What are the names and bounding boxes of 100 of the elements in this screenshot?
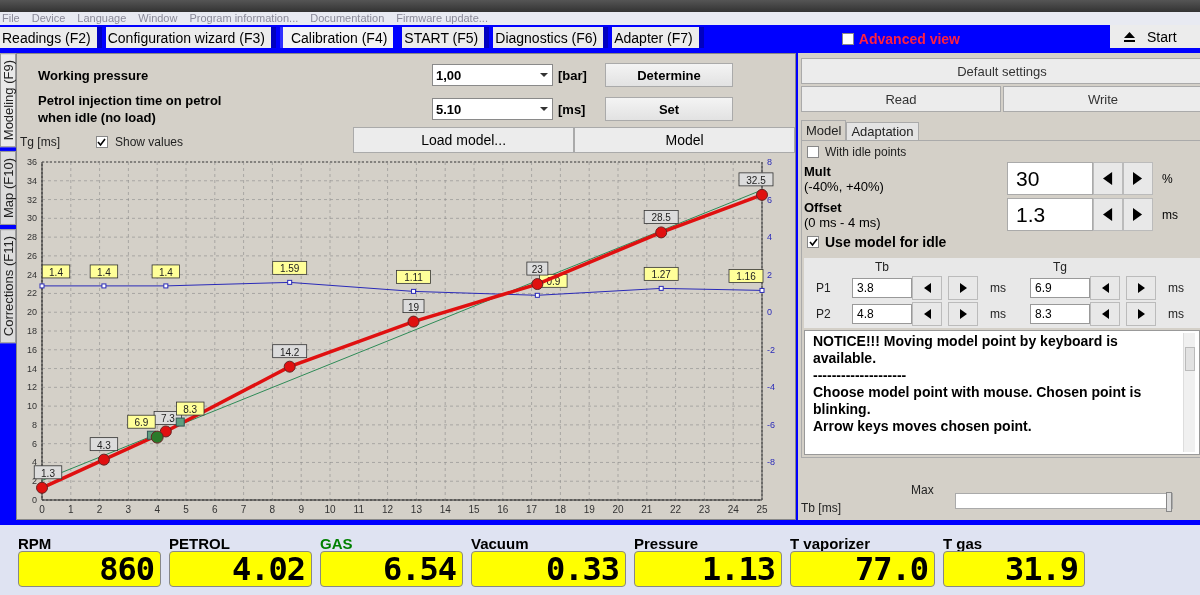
- tick-label: 18: [554, 504, 566, 515]
- unit-label: [ms]: [557, 101, 587, 117]
- action-button[interactable]: Set: [605, 97, 733, 121]
- increase-button[interactable]: [948, 276, 978, 300]
- side-tab[interactable]: Map (F10): [0, 151, 16, 226]
- data-label: 7.3: [160, 413, 176, 425]
- tick-label: 22: [670, 504, 682, 515]
- gauge-label: RPM: [18, 536, 53, 551]
- decrease-button[interactable]: [1090, 276, 1120, 300]
- increase-button[interactable]: [1123, 162, 1153, 195]
- model-point[interactable]: [407, 315, 420, 328]
- correction-point[interactable]: [411, 288, 416, 294]
- tab[interactable]: START (F5): [402, 27, 490, 48]
- panel-button[interactable]: Read: [801, 86, 1001, 112]
- tick-label: 14: [439, 504, 451, 515]
- value-label: 1.4: [41, 264, 71, 279]
- value-label: 1.4: [151, 264, 180, 279]
- value-label: 6.9: [127, 414, 156, 429]
- model-point[interactable]: [36, 481, 48, 494]
- gauge-label: T gas: [943, 536, 984, 551]
- increase-button[interactable]: [948, 302, 978, 326]
- slider-track[interactable]: [954, 493, 1173, 509]
- decrease-button[interactable]: [1093, 162, 1123, 195]
- correction-point[interactable]: [287, 279, 293, 285]
- model-point[interactable]: [97, 453, 110, 466]
- correction-point[interactable]: [163, 283, 169, 289]
- value-label: 14.2: [272, 344, 308, 359]
- model-point[interactable]: [283, 360, 296, 373]
- tab[interactable]: Model: [801, 120, 847, 140]
- slider-thumb[interactable]: [1165, 492, 1172, 512]
- checkbox-label: Use model for idle: [825, 234, 947, 250]
- tick-label: 2: [767, 269, 772, 280]
- data-label: 1.59: [279, 263, 300, 275]
- value-field[interactable]: 1.3: [1007, 198, 1093, 231]
- model-point[interactable]: [756, 188, 768, 201]
- panel-button[interactable]: Write: [1003, 86, 1200, 112]
- checkbox[interactable]: [95, 136, 108, 149]
- gauge-value: 6.54: [320, 551, 463, 587]
- model-point[interactable]: [159, 425, 172, 438]
- decrease-button[interactable]: [1090, 302, 1120, 326]
- gauge-value: 77.0: [790, 551, 935, 587]
- left-arrow-icon: [1101, 309, 1109, 319]
- unit-label: ms: [989, 281, 1007, 295]
- value-field[interactable]: 6.9: [1030, 278, 1090, 298]
- model-point[interactable]: [531, 278, 544, 291]
- value-field[interactable]: 8.3: [1030, 304, 1090, 324]
- tick-label: 9: [298, 504, 304, 515]
- dropdown-caret-icon: [540, 107, 548, 111]
- decrease-button[interactable]: [912, 302, 942, 326]
- model-handle[interactable]: [175, 417, 185, 427]
- side-tab[interactable]: Modeling (F9): [0, 53, 16, 148]
- column-header: Tb: [874, 260, 890, 274]
- correction-point[interactable]: [101, 283, 107, 289]
- correction-point[interactable]: [759, 287, 765, 293]
- dropdown-caret-icon: [540, 73, 548, 77]
- tab[interactable]: Readings (F2): [0, 27, 102, 48]
- side-tab[interactable]: Corrections (F11): [0, 229, 16, 344]
- tick-label: 16: [497, 504, 509, 515]
- eject-icon: [1124, 31, 1135, 42]
- scrollbar[interactable]: [1183, 333, 1195, 452]
- checkbox[interactable]: [841, 32, 854, 45]
- checkbox[interactable]: [807, 236, 819, 248]
- checkbox[interactable]: [807, 146, 819, 158]
- tab[interactable]: Configuration wizard (F3): [105, 27, 276, 48]
- tab[interactable]: Diagnostics (F6): [493, 27, 609, 48]
- value-field[interactable]: 30: [1007, 162, 1093, 195]
- value-label: 4.3: [89, 437, 119, 452]
- increase-button[interactable]: [1123, 198, 1153, 231]
- tick-label: 26: [27, 250, 37, 261]
- tab[interactable]: Adapter (F7): [612, 27, 704, 48]
- current-point[interactable]: [150, 430, 164, 444]
- model-point[interactable]: [655, 226, 668, 239]
- increase-button[interactable]: [1126, 302, 1156, 326]
- value-field[interactable]: 3.8: [852, 278, 912, 298]
- value-dropdown[interactable]: 1,00: [432, 64, 553, 86]
- action-button[interactable]: Determine: [605, 63, 733, 87]
- correction-point[interactable]: [39, 283, 45, 289]
- start-button[interactable]: Start: [1110, 25, 1200, 48]
- correction-point[interactable]: [658, 285, 664, 291]
- gauge-value: 31.9: [943, 551, 1085, 587]
- chart-button[interactable]: Model: [574, 127, 795, 154]
- value-field[interactable]: 4.8: [852, 304, 912, 324]
- increase-button[interactable]: [1126, 276, 1156, 300]
- decrease-button[interactable]: [1093, 198, 1123, 231]
- unit-label: ms: [1167, 307, 1185, 321]
- data-label: 8.3: [183, 404, 198, 416]
- column-header: Tg: [1052, 260, 1068, 274]
- tick-label: 12: [27, 382, 37, 393]
- decrease-button[interactable]: [912, 276, 942, 300]
- chart-button[interactable]: Load model...: [353, 127, 575, 154]
- tick-label: 28: [27, 232, 37, 243]
- axis-label: Tg [ms]: [20, 135, 61, 150]
- setting-label: Working pressure: [38, 66, 150, 84]
- value-dropdown[interactable]: 5.10: [432, 98, 553, 120]
- right-arrow-icon: [1133, 172, 1143, 185]
- gauge-label: Vacuum: [471, 536, 530, 551]
- tab[interactable]: Adaptation: [846, 122, 919, 140]
- tick-label: 6: [212, 504, 218, 515]
- left-arrow-icon: [923, 283, 931, 293]
- default-settings-button[interactable]: Default settings: [801, 58, 1200, 84]
